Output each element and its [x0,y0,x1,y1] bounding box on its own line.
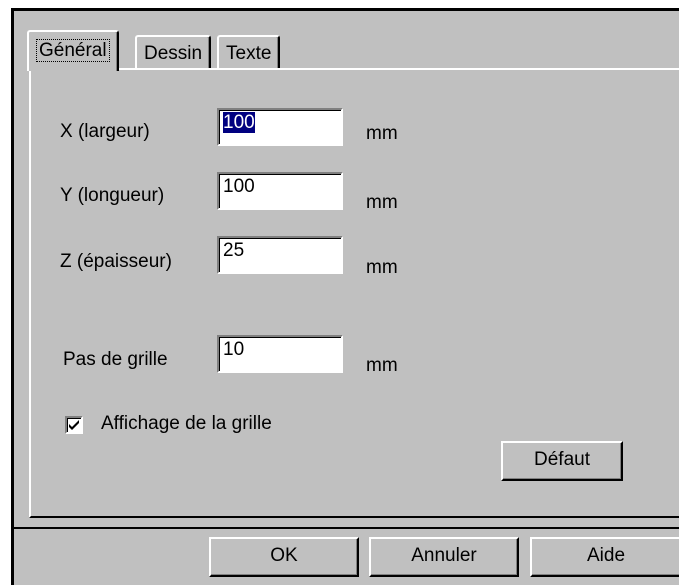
help-button-label: Aide [586,545,626,566]
cancel-button[interactable]: Annuler [369,537,519,577]
default-button[interactable]: Défaut [501,441,623,481]
x-width-value: 100 [223,112,255,133]
help-button[interactable]: Aide [530,537,679,577]
show-grid-label[interactable]: Affichage de la grille [101,413,272,435]
z-thickness-input[interactable]: 25 [217,236,343,274]
separator [14,527,679,529]
y-label: Y (longueur) [60,185,165,206]
y-length-input[interactable]: 100 [217,172,343,210]
z-unit: mm [366,257,398,278]
grid-step-label: Pas de grille [63,349,168,370]
tab-dessin[interactable]: Dessin [135,35,212,71]
y-unit: mm [366,192,398,213]
tab-texte-label: Texte [226,43,272,64]
tab-general[interactable]: Général [27,30,119,71]
show-grid-checkbox[interactable] [65,416,83,434]
z-label: Z (épaisseur) [60,251,172,272]
tab-dessin-label: Dessin [144,43,203,64]
tab-general-label: Général [36,39,110,62]
z-thickness-value: 25 [223,240,245,261]
default-button-label: Défaut [534,449,590,470]
grid-step-value: 10 [223,339,245,360]
x-unit: mm [366,123,398,144]
ok-button[interactable]: OK [209,537,359,577]
y-length-value: 100 [223,176,255,197]
tab-panel-general: X (largeur) 100 mm Y (longueur) 100 mm Z… [29,68,679,518]
ok-button-label: OK [270,545,298,566]
properties-dialog: Général Dessin Texte X (largeur) 100 mm … [11,8,679,585]
cancel-button-label: Annuler [411,545,477,566]
checkmark-icon [69,420,79,430]
grid-step-unit: mm [366,355,398,376]
tab-texte[interactable]: Texte [217,35,281,71]
grid-step-input[interactable]: 10 [217,335,343,373]
x-width-input[interactable]: 100 [217,108,343,146]
x-label: X (largeur) [60,121,150,142]
